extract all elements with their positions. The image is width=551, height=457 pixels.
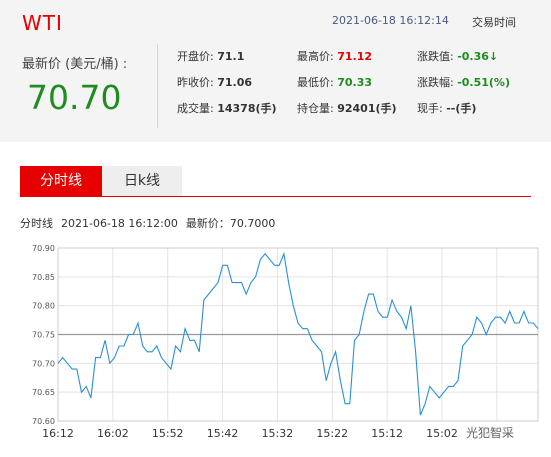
- stat-item: 涨跌值: -0.36↓: [417, 48, 498, 64]
- stat-label: 持仓量:: [297, 102, 338, 115]
- stats-grid: 开盘价: 71.1 最高价: 71.12 涨跌值: -0.36↓ 昨收价: 71.06…: [177, 48, 549, 126]
- y-tick-label: 70.70: [32, 359, 55, 368]
- latest-price-label: 最新价 (美元/桶) :: [22, 57, 128, 72]
- symbol-title: WTI: [22, 11, 63, 35]
- watermark-text: 光犯智采: [463, 423, 518, 442]
- x-tick-label: 15:12: [371, 427, 403, 440]
- stat-value: 92401(手): [337, 102, 397, 115]
- stat-label: 开盘价:: [177, 50, 218, 63]
- y-tick-label: 70.65: [32, 388, 55, 397]
- stats-row: 成交量: 14378(手) 持仓量: 92401(手) 现手: --(手): [177, 100, 549, 126]
- stat-label: 成交量:: [177, 102, 218, 115]
- tab-underline: [20, 196, 531, 197]
- trading-time-link[interactable]: 交易时间: [472, 14, 516, 30]
- tab-intraday[interactable]: 分时线: [20, 166, 102, 196]
- caption-latest: 最新价：70.7000: [185, 217, 276, 230]
- stat-value: 71.06: [217, 76, 252, 89]
- x-tick-label: 15:02: [426, 427, 458, 440]
- y-tick-label: 70.60: [32, 417, 55, 426]
- stat-item: 最高价: 71.12: [297, 48, 372, 64]
- stat-value: -0.51(%): [457, 76, 510, 89]
- x-tick-label: 15:22: [316, 427, 348, 440]
- stat-label: 最低价:: [297, 76, 338, 89]
- stat-item: 持仓量: 92401(手): [297, 100, 397, 116]
- x-tick-label: 15:42: [207, 427, 239, 440]
- stat-value: --(手): [446, 102, 477, 115]
- y-tick-label: 70.85: [32, 273, 55, 282]
- stat-item: 最低价: 70.33: [297, 74, 372, 90]
- caption-name: 分时线: [20, 217, 53, 230]
- stat-item: 成交量: 14378(手): [177, 100, 277, 116]
- stat-value: -0.36↓: [457, 50, 499, 63]
- quote-timestamp: 2021-06-18 16:12:14: [332, 14, 449, 27]
- stat-item: 昨收价: 71.06: [177, 74, 252, 90]
- stat-item: 现手: --(手): [417, 100, 476, 116]
- y-tick-label: 70.75: [32, 331, 55, 340]
- stat-item: 涨跌幅: -0.51(%): [417, 74, 510, 90]
- latest-price-value: 70.70: [27, 78, 122, 117]
- x-tick-label: 15:52: [152, 427, 184, 440]
- quote-panel: WTI 2021-06-18 16:12:14 交易时间 最新价 (美元/桶) …: [0, 0, 551, 142]
- x-tick-label: 16:02: [97, 427, 129, 440]
- x-tick-label: 16:12: [42, 427, 74, 440]
- stat-label: 昨收价:: [177, 76, 218, 89]
- x-tick-label: 15:32: [262, 427, 294, 440]
- stat-value: 14378(手): [217, 102, 277, 115]
- tab-daily-kline[interactable]: 日k线: [102, 166, 182, 196]
- stat-item: 开盘价: 71.1: [177, 48, 244, 64]
- stat-value: 71.12: [337, 50, 372, 63]
- y-tick-label: 70.90: [32, 244, 55, 253]
- chart-caption: 分时线 2021-06-18 16:12:00 最新价：70.7000: [20, 215, 283, 231]
- stat-value: 70.33: [337, 76, 372, 89]
- panel-divider: [157, 44, 158, 128]
- caption-time: 2021-06-18 16:12:00: [61, 217, 178, 230]
- stat-value: 71.1: [217, 50, 245, 63]
- y-tick-label: 70.80: [32, 302, 55, 311]
- stats-row: 昨收价: 71.06 最低价: 70.33 涨跌幅: -0.51(%): [177, 74, 549, 100]
- stat-label: 涨跌幅:: [417, 76, 458, 89]
- stats-row: 开盘价: 71.1 最高价: 71.12 涨跌值: -0.36↓: [177, 48, 549, 74]
- stat-label: 涨跌值:: [417, 50, 458, 63]
- stat-label: 现手:: [417, 102, 447, 115]
- stat-label: 最高价:: [297, 50, 338, 63]
